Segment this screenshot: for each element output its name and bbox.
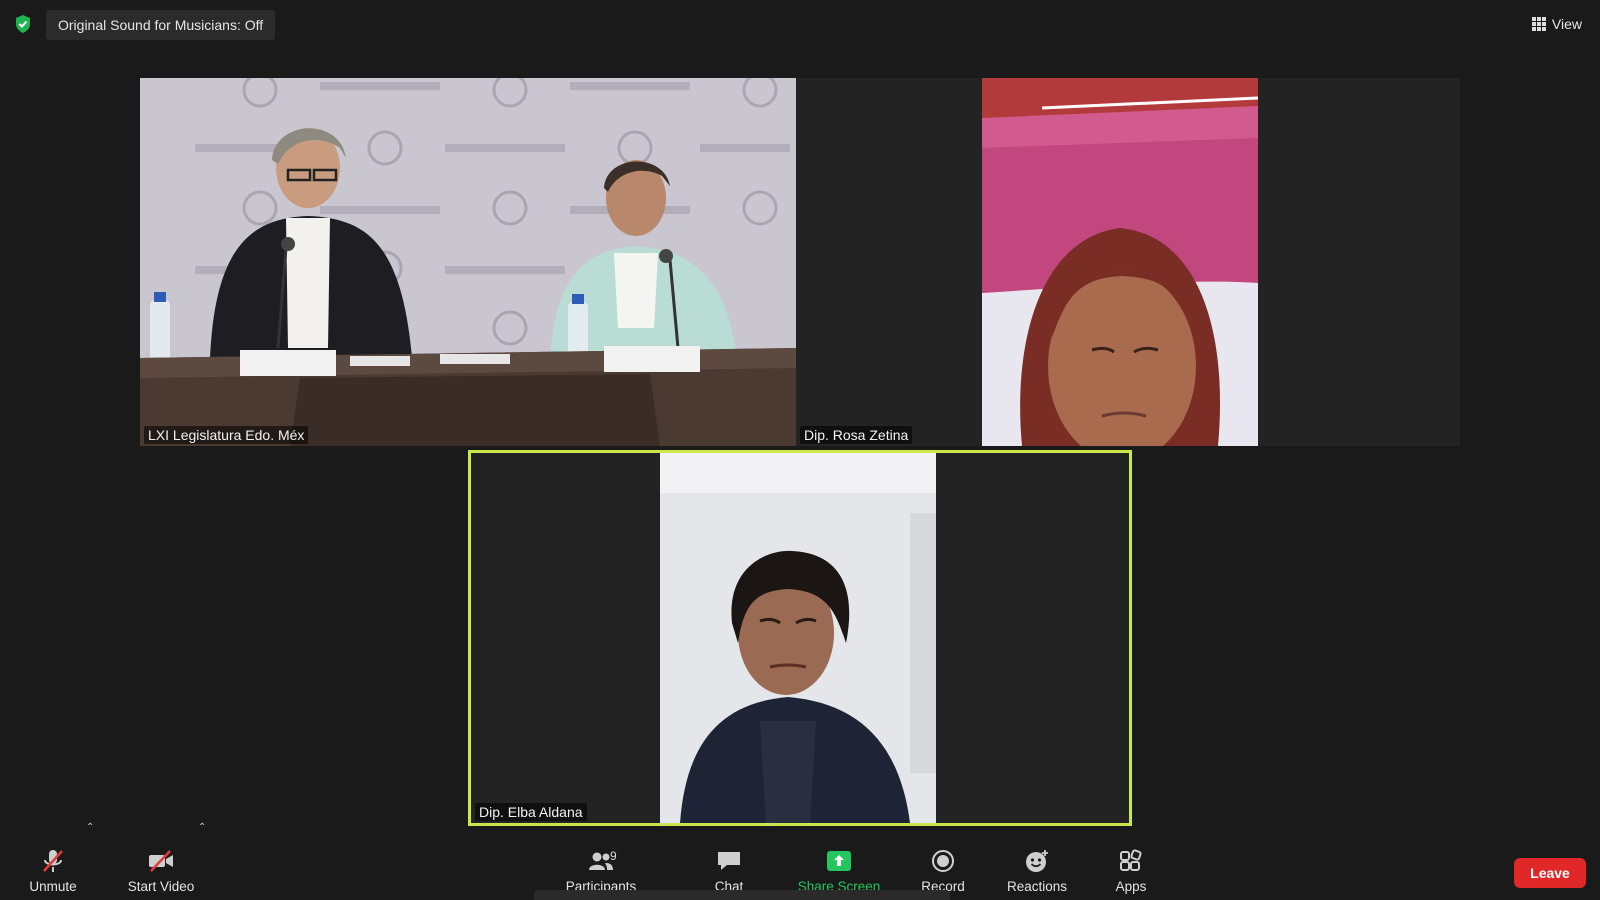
apps-button[interactable]: Apps xyxy=(1086,849,1176,894)
video-options-caret[interactable]: ⌃ xyxy=(198,822,206,833)
original-sound-toggle[interactable]: Original Sound for Musicians: Off xyxy=(46,10,276,40)
participants-options-caret[interactable]: ⌃ xyxy=(658,822,666,833)
video-feed-elba-aldana xyxy=(471,453,1129,823)
video-tile-elba-aldana-active[interactable]: Dip. Elba Aldana xyxy=(468,450,1132,826)
video-tile-legislatura[interactable]: LXI Legislatura Edo. Méx xyxy=(140,78,796,446)
muted-microphone-icon xyxy=(43,850,63,872)
participants-button[interactable]: 9 Participants xyxy=(556,849,646,894)
audio-options-caret[interactable]: ⌃ xyxy=(86,822,94,833)
reactions-label: Reactions xyxy=(1006,879,1068,894)
meeting-controls-toolbar: Unmute ⌃ Start Video ⌃ 9 Participants ⌃ … xyxy=(0,818,1600,900)
chat-button[interactable]: Chat xyxy=(684,849,774,894)
unmute-button[interactable]: Unmute xyxy=(8,849,98,894)
chat-bubble-icon xyxy=(718,852,740,870)
video-tile-rosa-zetina[interactable]: Dip. Rosa Zetina xyxy=(796,78,1460,446)
record-icon xyxy=(932,850,954,872)
unmute-label: Unmute xyxy=(29,879,77,894)
apps-label: Apps xyxy=(1115,879,1147,894)
record-button[interactable]: Record xyxy=(898,849,988,894)
grid-icon xyxy=(1531,17,1546,31)
view-button[interactable]: View xyxy=(1531,13,1582,35)
share-screen-button[interactable]: Share Screen xyxy=(794,849,884,894)
security-shield-icon[interactable] xyxy=(14,14,32,34)
participant-count: 9 xyxy=(610,849,617,863)
participant-name-label: Dip. Rosa Zetina xyxy=(800,426,913,444)
start-video-label: Start Video xyxy=(127,879,195,894)
reactions-button[interactable]: Reactions xyxy=(992,849,1082,894)
chat-options-caret[interactable]: ⌃ xyxy=(764,822,772,833)
leave-button[interactable]: Leave xyxy=(1514,858,1586,888)
video-off-icon xyxy=(149,850,173,872)
meeting-chat-popup-strip[interactable] xyxy=(534,890,950,900)
video-feed-rosa-zetina xyxy=(796,78,1460,446)
video-feed-conference xyxy=(140,78,796,446)
participant-name-label: LXI Legislatura Edo. Méx xyxy=(144,426,309,444)
view-label: View xyxy=(1551,16,1582,32)
start-video-button[interactable]: Start Video xyxy=(116,849,206,894)
share-screen-icon xyxy=(827,851,851,871)
apps-icon xyxy=(1120,849,1142,871)
reactions-smiley-icon xyxy=(1026,850,1048,872)
